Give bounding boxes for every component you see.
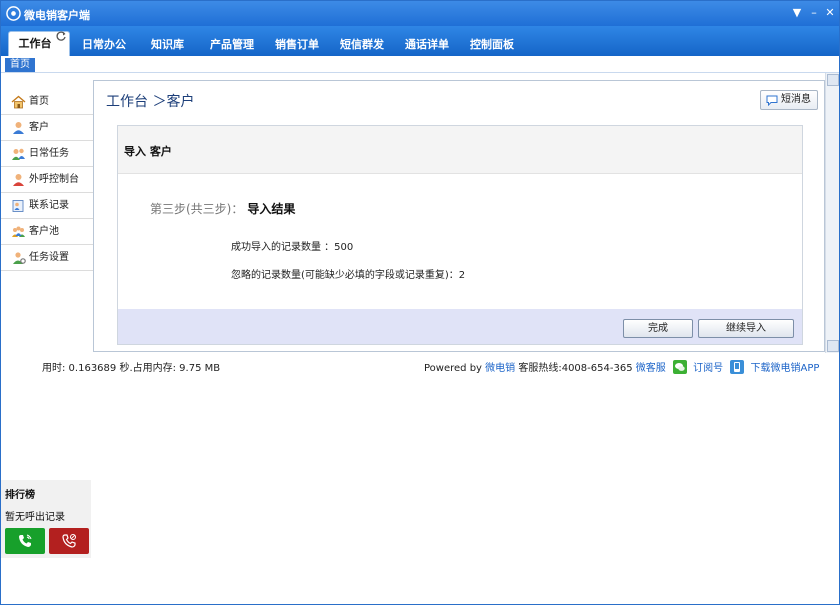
brand-link[interactable]: 微电销 — [485, 363, 515, 374]
app-title: 微电销客户端 — [24, 9, 90, 22]
imported-count-text: 成功导入的记录数量 ：500 — [231, 242, 354, 253]
app-download-icon — [730, 360, 745, 374]
sidebar-item-contact-records[interactable]: 联系记录 — [1, 193, 93, 219]
import-panel: 导入 客户 第三步(共三步)： 导入结果 成功导入的记录数量 ：500 忽略的记录… — [117, 125, 803, 345]
step-name: 导入结果 — [247, 202, 296, 216]
refresh-icon[interactable] — [55, 30, 67, 42]
short-message-button[interactable]: 短消息 — [760, 90, 818, 110]
page-title: 工作台 ＞客户 — [106, 94, 195, 110]
tab-control-panel[interactable]: 控制面板 — [470, 36, 514, 52]
step-label: 第三步(共三步)： — [150, 202, 244, 216]
performance-stats: 用时: 0.163689 秒.占用内存: 9.75 MB — [42, 363, 221, 374]
tab-daily-office[interactable]: 日常办公 — [82, 36, 126, 52]
sidebar-item-label: 任务设置 — [29, 252, 69, 263]
breadcrumb-home[interactable]: 首页 — [5, 58, 35, 72]
sidebar-item-label: 联系记录 — [29, 200, 69, 211]
main-content: 工作台 ＞客户 短消息 导入 客户 第三步(共三步)： 导入结果 成功导入的记录数… — [93, 80, 825, 352]
sidebar-item-label: 日常任务 — [29, 148, 69, 159]
main-nav: 工作台 日常办公 知识库 产品管理 销售订单 短信群发 通话详单 控制面板 — [1, 26, 839, 56]
breadcrumb: 首页 — [1, 56, 839, 73]
step-indicator: 第三步(共三步)： 导入结果 — [150, 200, 295, 217]
sidebar: 首页 客户 日常任务 外呼控制台 联系记录 客户池 任务设置 — [1, 89, 93, 271]
done-button[interactable]: 完成 — [623, 319, 693, 338]
tab-knowledge-base[interactable]: 知识库 — [151, 36, 184, 52]
close-button[interactable]: ✕ — [823, 6, 837, 20]
scroll-up-arrow-icon[interactable] — [827, 74, 839, 86]
customer-pool-icon — [12, 226, 25, 237]
sidebar-item-daily-tasks[interactable]: 日常任务 — [1, 141, 93, 167]
sidebar-item-outbound-console[interactable]: 外呼控制台 — [1, 167, 93, 193]
hangup-button[interactable] — [49, 528, 89, 554]
menu-dropdown-button[interactable]: ▼ — [790, 6, 804, 20]
download-app-link[interactable]: 下载微电销APP — [751, 363, 820, 374]
app-logo-icon — [6, 6, 21, 21]
sidebar-item-customer[interactable]: 客户 — [1, 115, 93, 141]
contact-record-icon — [12, 200, 24, 212]
tab-sms-broadcast[interactable]: 短信群发 — [340, 36, 384, 52]
continue-import-button[interactable]: 继续导入 — [698, 319, 794, 338]
agent-icon — [13, 174, 24, 186]
sidebar-item-label: 客户 — [29, 122, 49, 133]
task-settings-icon — [13, 252, 26, 264]
dial-button[interactable] — [5, 528, 45, 554]
ranking-panel: 排行榜 暂无呼出记录 — [1, 480, 91, 558]
import-panel-footer: 完成 继续导入 — [118, 309, 802, 344]
home-icon — [11, 95, 26, 109]
app-window: 微电销客户端 ▼ – ✕ 工作台 日常办公 知识库 产品管理 销售订单 短信群发… — [0, 0, 840, 605]
customer-icon — [13, 122, 24, 134]
subscribe-link[interactable]: 订阅号 — [693, 363, 723, 374]
task-icon — [12, 148, 25, 160]
tab-workbench[interactable]: 工作台 — [8, 31, 70, 56]
phone-hangup-icon — [62, 534, 76, 548]
tab-workbench-label: 工作台 — [18, 37, 52, 50]
sidebar-item-label: 首页 — [29, 96, 49, 107]
ranking-title: 排行榜 — [5, 490, 35, 501]
sidebar-item-label: 客户池 — [29, 226, 59, 237]
title-bar: 微电销客户端 ▼ – ✕ — [1, 1, 839, 26]
hotline-text: 客服热线:4008-654-365 — [518, 363, 633, 374]
tab-call-details[interactable]: 通话详单 — [405, 36, 449, 52]
ranking-empty-text: 暂无呼出记录 — [5, 512, 65, 523]
short-message-label: 短消息 — [781, 94, 811, 105]
tab-product-management[interactable]: 产品管理 — [210, 36, 254, 52]
sidebar-item-customer-pool[interactable]: 客户池 — [1, 219, 93, 245]
sidebar-item-label: 外呼控制台 — [29, 174, 79, 185]
scroll-down-arrow-icon[interactable] — [827, 340, 839, 352]
wechat-service-link[interactable]: 微客服 — [636, 363, 666, 374]
import-panel-header: 导入 客户 — [118, 126, 802, 174]
tab-sales-orders[interactable]: 销售订单 — [275, 36, 319, 52]
import-panel-title: 导入 客户 — [124, 145, 172, 158]
wechat-icon — [672, 360, 687, 374]
minimize-button[interactable]: – — [807, 6, 821, 20]
sidebar-item-task-settings[interactable]: 任务设置 — [1, 245, 93, 271]
vertical-scrollbar[interactable] — [825, 73, 839, 353]
message-icon — [766, 95, 778, 106]
phone-call-icon — [19, 534, 32, 547]
footer-info: Powered by 微电销 客服热线:4008-654-365 微客服 订阅号… — [424, 359, 819, 374]
powered-by-text: Powered by — [424, 363, 482, 374]
ignored-count-text: 忽略的记录数量(可能缺少必填的字段或记录重复)：2 — [231, 270, 466, 281]
sidebar-item-home[interactable]: 首页 — [1, 89, 93, 115]
